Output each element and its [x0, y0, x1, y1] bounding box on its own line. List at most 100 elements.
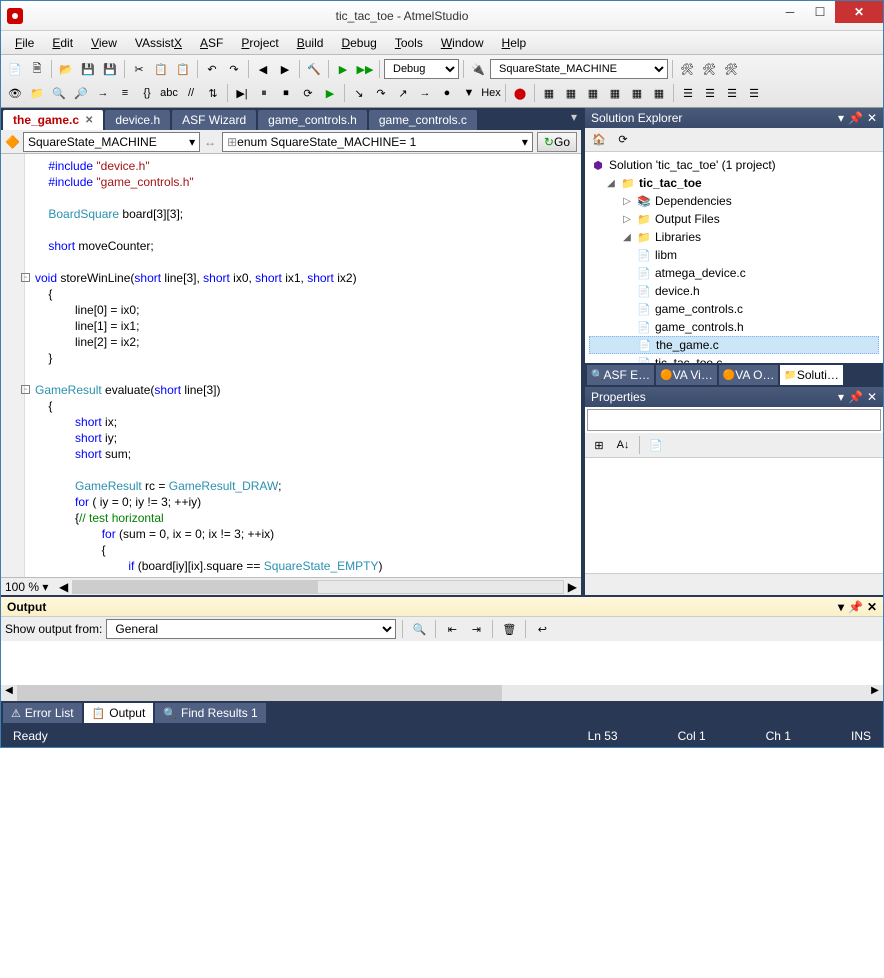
dropdown-icon[interactable]: ▾: [838, 600, 844, 614]
home-icon[interactable]: 🏠: [589, 130, 609, 150]
tab-game-controls-c[interactable]: game_controls.c: [369, 110, 477, 130]
scroll-left-icon[interactable]: ◀: [59, 580, 68, 594]
step-over-icon[interactable]: ↷: [371, 83, 391, 103]
step-into-icon[interactable]: ↘: [349, 83, 369, 103]
menu-help[interactable]: Help: [494, 34, 535, 52]
w2-icon[interactable]: ▦: [561, 83, 581, 103]
cursor-icon[interactable]: →: [415, 83, 435, 103]
refresh-icon[interactable]: ⟳: [613, 130, 633, 150]
tree-project[interactable]: ◢📁tic_tac_toe: [589, 174, 879, 192]
maximize-button[interactable]: ☐: [805, 1, 835, 23]
start-icon[interactable]: ▶: [333, 59, 353, 79]
scope-combo[interactable]: SquareState_MACHINE▾: [23, 132, 200, 152]
btab-output[interactable]: 📋 Output: [84, 703, 154, 723]
cut-icon[interactable]: ✂: [129, 59, 149, 79]
close-panel-icon[interactable]: ✕: [867, 111, 877, 125]
device-combo[interactable]: SquareState_MACHINE: [490, 59, 668, 79]
hex-icon[interactable]: Hex: [481, 83, 501, 103]
undo-icon[interactable]: ↶: [202, 59, 222, 79]
stop-icon[interactable]: ⏹: [276, 83, 296, 103]
w1-icon[interactable]: ▦: [539, 83, 559, 103]
code-editor[interactable]: #include "device.h" #include "game_contr…: [1, 154, 581, 577]
pin-icon[interactable]: 📌: [848, 390, 863, 404]
prev-icon[interactable]: ⇤: [442, 619, 462, 639]
menu-project[interactable]: Project: [233, 34, 286, 52]
tree-file-1[interactable]: 📄device.h: [589, 282, 879, 300]
config-combo[interactable]: Debug: [384, 59, 459, 79]
v2-icon[interactable]: ☰: [700, 83, 720, 103]
tool3-icon[interactable]: 🛠: [721, 59, 741, 79]
copy-icon[interactable]: 📋: [151, 59, 171, 79]
menu-vassistx[interactable]: VAssistX: [127, 34, 190, 52]
clear-icon[interactable]: 🗑: [499, 619, 519, 639]
va-sort-icon[interactable]: ⇅: [203, 83, 223, 103]
btab-find-results[interactable]: 🔍 Find Results 1: [155, 703, 265, 723]
close-button[interactable]: ✕: [835, 1, 883, 23]
pages-icon[interactable]: 📄: [646, 435, 666, 455]
find-msg-icon[interactable]: 🔍: [409, 619, 429, 639]
menu-build[interactable]: Build: [289, 34, 332, 52]
props-object-combo[interactable]: [587, 409, 881, 431]
close-panel-icon[interactable]: ✕: [867, 600, 877, 614]
build-icon[interactable]: 🔨: [304, 59, 324, 79]
btab-error-list[interactable]: ⚠ Error List: [3, 703, 82, 723]
tree-dependencies[interactable]: ▷📚Dependencies: [589, 192, 879, 210]
menu-view[interactable]: View: [83, 34, 125, 52]
zoom-combo[interactable]: 100 % ▾: [5, 580, 55, 594]
menu-edit[interactable]: Edit: [44, 34, 81, 52]
member-combo[interactable]: ⊞ enum SquareState_MACHINE= 1▾: [222, 132, 533, 152]
next-icon[interactable]: ⇥: [466, 619, 486, 639]
rtab-asf[interactable]: 🔍 ASF E…: [587, 365, 654, 385]
menu-debug[interactable]: Debug: [333, 34, 384, 52]
rec-icon[interactable]: ⬤: [510, 83, 530, 103]
va-comment-icon[interactable]: //: [181, 83, 201, 103]
va-nav-icon[interactable]: 📁: [27, 83, 47, 103]
restart-icon[interactable]: ⟳: [298, 83, 318, 103]
tab-game-controls-h[interactable]: game_controls.h: [258, 110, 367, 130]
w5-icon[interactable]: ▦: [627, 83, 647, 103]
tree-libraries[interactable]: ◢📁Libraries: [589, 228, 879, 246]
bp-icon[interactable]: ●: [437, 83, 457, 103]
nav-fwd-icon[interactable]: ▶: [275, 59, 295, 79]
paste-icon[interactable]: 📋: [173, 59, 193, 79]
wrap-icon[interactable]: ↩: [532, 619, 552, 639]
start-nodebug-icon[interactable]: ▶▶: [355, 59, 375, 79]
va-list-icon[interactable]: ≡: [115, 83, 135, 103]
dropdown-icon[interactable]: ▾: [838, 111, 844, 125]
va-spell-icon[interactable]: abc: [159, 83, 179, 103]
alpha-icon[interactable]: A↓: [613, 435, 633, 455]
v3-icon[interactable]: ☰: [722, 83, 742, 103]
tree-file-0[interactable]: 📄atmega_device.c: [589, 264, 879, 282]
rtab-vao[interactable]: 🟠 VA O…: [719, 365, 779, 385]
v4-icon[interactable]: ☰: [744, 83, 764, 103]
tool2-icon[interactable]: 🛠: [699, 59, 719, 79]
save-all-icon[interactable]: 💾: [100, 59, 120, 79]
props-grid[interactable]: [585, 457, 883, 573]
output-text[interactable]: [1, 641, 883, 685]
va-goto-icon[interactable]: →: [93, 83, 113, 103]
rtab-vavi[interactable]: 🟠 VA Vi…: [656, 365, 717, 385]
menu-asf[interactable]: ASF: [192, 34, 231, 52]
dropdown-icon[interactable]: ▾: [838, 390, 844, 404]
menu-tools[interactable]: Tools: [387, 34, 431, 52]
tree-file-2[interactable]: 📄game_controls.c: [589, 300, 879, 318]
va-outline-icon[interactable]: {}: [137, 83, 157, 103]
tab-device-h[interactable]: device.h: [105, 110, 170, 130]
tree-libm[interactable]: 📄libm: [589, 246, 879, 264]
menu-file[interactable]: File: [7, 34, 42, 52]
h-scrollbar[interactable]: [72, 580, 564, 594]
tree-file-5[interactable]: 📄tic_tac_toe.c: [589, 354, 879, 363]
tool1-icon[interactable]: 🛠: [677, 59, 697, 79]
filter-icon[interactable]: ▼: [459, 83, 479, 103]
tree-solution[interactable]: ⬢Solution 'tic_tac_toe' (1 project): [589, 156, 879, 174]
tree-file-3[interactable]: 📄game_controls.h: [589, 318, 879, 336]
step-icon[interactable]: ▶: [320, 83, 340, 103]
output-scrollbar[interactable]: ◀▶: [1, 685, 883, 701]
v1-icon[interactable]: ☰: [678, 83, 698, 103]
tab-asf-wizard[interactable]: ASF Wizard: [172, 110, 256, 130]
scroll-right-icon[interactable]: ▶: [568, 580, 577, 594]
menu-window[interactable]: Window: [433, 34, 492, 52]
categorized-icon[interactable]: ⊞: [589, 435, 609, 455]
nav-back-icon[interactable]: ◀: [253, 59, 273, 79]
device-icon[interactable]: 🔌: [468, 59, 488, 79]
